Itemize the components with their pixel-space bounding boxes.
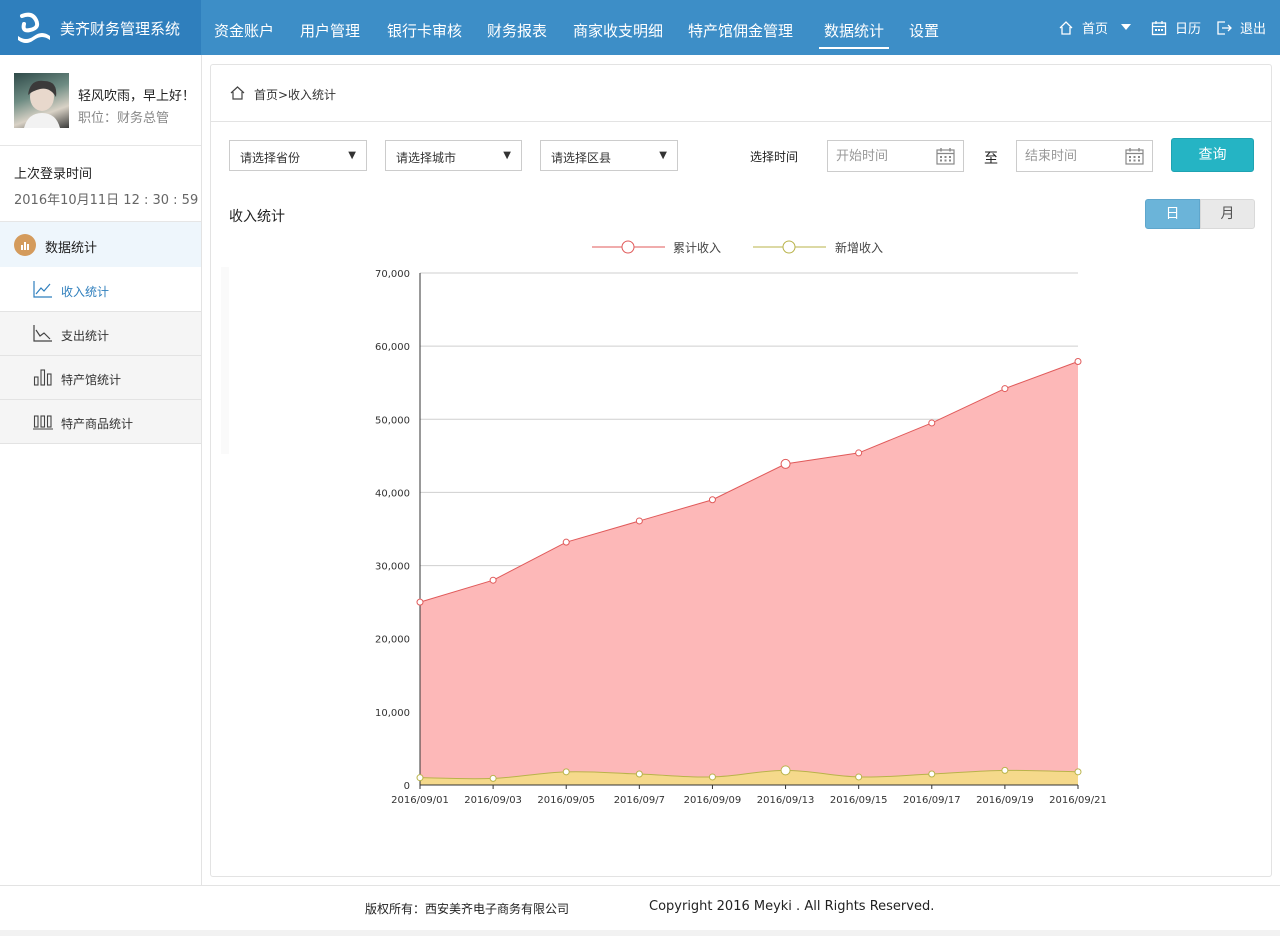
bottom-strip <box>0 930 1280 936</box>
sidebar-item-label: 特产馆统计 <box>61 373 122 387</box>
sidebar-section-label: 数据统计 <box>45 241 98 256</box>
data-point-new <box>928 770 936 778</box>
data-point-cumulative <box>928 419 936 427</box>
data-point-new <box>1074 768 1082 776</box>
y-tick-label: 70,000 <box>375 269 410 280</box>
logout-link[interactable]: 退出 <box>1216 18 1266 37</box>
sidebar-item-income-statistics[interactable]: 收入统计 <box>0 268 201 312</box>
calendar-label: 日历 <box>1175 22 1202 37</box>
data-point-cumulative <box>708 496 716 504</box>
sidebar-item-specialty-hall-statistics[interactable]: 特产馆统计 <box>0 356 201 400</box>
data-point-new <box>416 774 424 782</box>
x-tick-label: 2016/09/17 <box>903 795 961 806</box>
last-login-label: 上次登录时间 <box>14 167 93 182</box>
decline-chart-icon <box>33 325 52 342</box>
calendar-icon <box>1151 20 1167 35</box>
x-tick-label: 2016/09/13 <box>757 795 815 806</box>
data-point-new <box>708 773 716 781</box>
data-point-cumulative <box>562 538 570 546</box>
statistics-icon <box>14 234 36 256</box>
x-tick-label: 2016/09/09 <box>684 795 742 806</box>
logo-area[interactable]: 美齐财务管理系统 <box>0 0 201 55</box>
sidebar-item-label: 收入统计 <box>61 285 110 299</box>
bar-chart-icon <box>33 415 53 430</box>
last-login-value: 2016年10月11日 12 : 30 : 59 <box>14 193 199 208</box>
sidebar-item-label: 支出统计 <box>61 329 110 343</box>
data-point-new <box>780 765 791 776</box>
bar-chart-icon <box>33 369 52 386</box>
y-tick-label: 60,000 <box>375 342 410 353</box>
sidebar: 轻风吹雨，早上好！ 职位：财务总管 上次登录时间 2016年10月11日 12 … <box>0 55 202 885</box>
calendar-link[interactable]: 日历 <box>1151 18 1201 37</box>
y-tick-label: 10,000 <box>375 708 410 719</box>
data-point-new <box>855 773 863 781</box>
footer-company: 版权所有：西安美齐电子商务有限公司 <box>365 902 570 916</box>
data-point-cumulative <box>1001 385 1009 393</box>
logout-label: 退出 <box>1240 22 1267 37</box>
legend-label: 新增收入 <box>835 240 883 255</box>
legend-marker <box>782 240 796 254</box>
y-tick-label: 20,000 <box>375 635 410 646</box>
nav-item-bank-card-review[interactable]: 银行卡审核 <box>387 20 462 41</box>
nav-item-financial-report[interactable]: 财务报表 <box>487 20 547 41</box>
line-chart-icon <box>33 281 52 298</box>
footer: 版权所有：西安美齐电子商务有限公司 Copyright 2016 Meyki .… <box>0 885 1280 931</box>
user-role: 职位：财务总管 <box>78 111 170 126</box>
series-area-cumulative <box>420 361 1078 785</box>
data-point-new <box>1001 766 1009 774</box>
legend-marker <box>621 240 635 254</box>
app-title: 美齐财务管理系统 <box>60 20 181 38</box>
nav-item-merchant-detail[interactable]: 商家收支明细 <box>573 20 663 41</box>
nav-item-settings[interactable]: 设置 <box>909 20 939 41</box>
sidebar-section-data-statistics[interactable]: 数据统计 <box>0 222 201 267</box>
x-tick-label: 2016/09/7 <box>614 795 665 806</box>
divider <box>0 145 201 146</box>
y-tick-label: 0 <box>404 781 410 792</box>
x-tick-label: 2016/09/19 <box>976 795 1034 806</box>
sidebar-item-label: 特产商品统计 <box>61 417 134 431</box>
x-tick-label: 2016/09/01 <box>391 795 449 806</box>
sidebar-item-specialty-product-statistics[interactable]: 特产商品统计 <box>0 400 201 444</box>
home-label: 首页 <box>1082 22 1109 37</box>
avatar-image <box>24 80 60 128</box>
data-point-cumulative <box>489 576 497 584</box>
data-point-cumulative <box>635 517 643 525</box>
footer-copyright: Copyright 2016 Meyki . All Rights Reserv… <box>649 899 935 914</box>
data-point-new <box>635 770 643 778</box>
x-tick-label: 2016/09/15 <box>830 795 888 806</box>
legend-label: 累计收入 <box>673 241 721 255</box>
data-point-new <box>489 774 497 782</box>
x-tick-label: 2016/09/03 <box>464 795 522 806</box>
nav-item-commission[interactable]: 特产馆佣金管理 <box>688 20 793 41</box>
x-tick-label: 2016/09/21 <box>1049 795 1107 806</box>
top-bar: 美齐财务管理系统 资金账户 用户管理 银行卡审核 财务报表 商家收支明细 特产馆… <box>0 0 1280 55</box>
sidebar-item-expense-statistics[interactable]: 支出统计 <box>0 312 201 356</box>
home-icon <box>1059 20 1073 35</box>
income-chart: 0 10,000 20,000 30,000 40,000 50,000 60,000 70,… <box>375 240 1107 806</box>
logout-icon <box>1217 20 1232 35</box>
data-point-cumulative <box>855 449 863 457</box>
y-tick-label: 50,000 <box>375 415 410 426</box>
data-point-cumulative <box>1074 358 1082 366</box>
nav-item-fund-account[interactable]: 资金账户 <box>214 20 274 41</box>
data-point-cumulative <box>416 598 424 606</box>
nav-item-data-statistics[interactable]: 数据统计 <box>819 20 890 49</box>
home-link[interactable]: 首页 <box>1058 18 1108 37</box>
nav-item-user-management[interactable]: 用户管理 <box>300 20 360 41</box>
user-greeting: 轻风吹雨，早上好！ <box>78 89 196 104</box>
chevron-down-icon[interactable] <box>1120 22 1132 32</box>
logo-icon <box>18 12 50 43</box>
y-tick-label: 40,000 <box>375 488 410 499</box>
data-point-cumulative <box>780 458 791 469</box>
y-tick-label: 30,000 <box>375 562 410 573</box>
x-tick-label: 2016/09/05 <box>537 795 595 806</box>
data-point-new <box>562 768 570 776</box>
avatar <box>14 73 69 128</box>
main-panel: 首页>收入统计 请选择省份 ▼ 请选择城市 ▼ 请选择区县 ▼ 选择时间 至 查… <box>210 64 1272 877</box>
